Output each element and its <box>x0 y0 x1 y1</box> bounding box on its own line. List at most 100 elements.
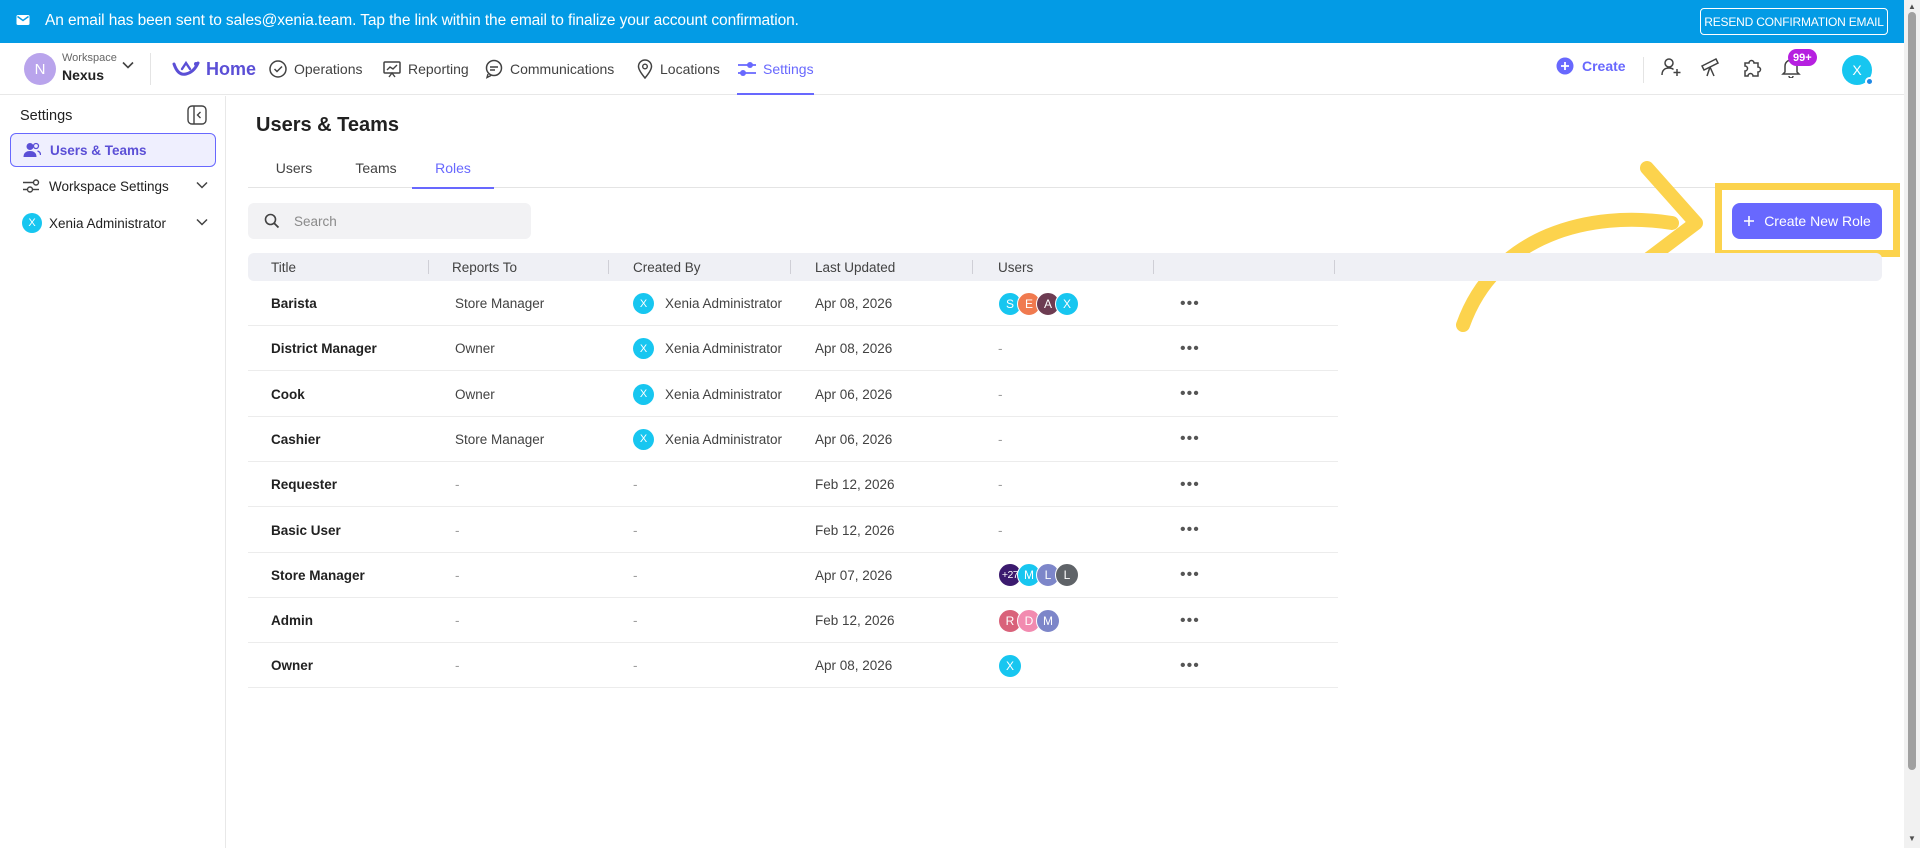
create-button[interactable]: Create <box>1556 57 1626 75</box>
role-title: Requester <box>271 477 338 493</box>
nav-reporting-label: Reporting <box>408 61 469 77</box>
chevron-down-icon[interactable] <box>196 181 208 189</box>
user-avatar-group[interactable]: +27 M L L <box>998 563 1079 588</box>
resend-confirmation-button[interactable]: RESEND CONFIRMATION EMAIL <box>1700 8 1888 35</box>
add-user-icon[interactable] <box>1660 56 1682 78</box>
created-by: X Xenia Administrator <box>633 372 782 417</box>
role-title: Store Manager <box>271 567 365 583</box>
table-row[interactable]: Admin - - Feb 12, 2026 R D M ••• <box>248 598 1338 644</box>
reports-to: Store Manager <box>455 296 545 311</box>
sidebar-item-xenia-administrator[interactable]: X Xenia Administrator <box>10 206 216 240</box>
users-cell: - <box>998 522 1003 538</box>
row-actions-menu[interactable]: ••• <box>1180 508 1200 553</box>
nav-communications[interactable]: Communications <box>484 43 614 95</box>
table-row[interactable]: District Manager Owner X Xenia Administrato… <box>248 326 1338 372</box>
nav-settings[interactable]: Settings <box>737 43 814 95</box>
nav-divider <box>1643 57 1644 83</box>
table-row[interactable]: Store Manager - - Apr 07, 2026 +27 M L L ••• <box>248 553 1338 598</box>
sidebar-item-label: Users & Teams <box>50 142 147 158</box>
workspace-avatar[interactable]: N <box>24 53 56 85</box>
table-row[interactable]: Requester - - Feb 12, 2026 - ••• <box>248 462 1338 508</box>
table-row[interactable]: Owner - - Apr 08, 2026 X ••• <box>248 643 1338 689</box>
row-actions-menu[interactable]: ••• <box>1180 462 1200 507</box>
user-avatar-group[interactable]: RDM <box>998 608 1060 633</box>
creator-avatar: X <box>633 338 654 360</box>
column-header-last-updated[interactable]: Last Updated <box>815 253 895 281</box>
tab-roles[interactable]: Roles <box>412 148 494 189</box>
sidebar-item-label: Workspace Settings <box>49 178 169 194</box>
reports-to: - <box>455 567 460 583</box>
reports-to: - <box>455 658 460 674</box>
nav-home[interactable]: Home <box>172 43 256 95</box>
table-row[interactable]: Basic User - - Feb 12, 2026 - ••• <box>248 508 1338 553</box>
nav-locations[interactable]: Locations <box>636 43 720 95</box>
row-actions-menu[interactable]: ••• <box>1180 417 1200 462</box>
search-icon <box>264 213 280 229</box>
nav-locations-label: Locations <box>660 61 720 77</box>
chevron-down-icon[interactable] <box>196 218 208 226</box>
user-avatar: X <box>998 653 1022 678</box>
last-updated: Apr 06, 2026 <box>815 431 893 447</box>
nav-operations[interactable]: Operations <box>268 43 362 95</box>
column-header-created-by[interactable]: Created By <box>633 253 701 281</box>
reports-to: - <box>455 477 460 493</box>
role-title: Cook <box>271 386 305 402</box>
user-avatar: X <box>1055 291 1079 316</box>
user-avatar-group[interactable]: X <box>998 653 1022 678</box>
online-status-dot <box>1865 77 1874 86</box>
role-title: Basic User <box>271 522 341 538</box>
search-input[interactable] <box>294 203 514 239</box>
row-actions-menu[interactable]: ••• <box>1180 598 1200 643</box>
users-cell: - <box>998 431 1003 447</box>
role-title: Barista <box>271 296 317 311</box>
page-title: Users & Teams <box>256 114 400 136</box>
nav-operations-label: Operations <box>294 61 363 77</box>
confirmation-banner: An email has been sent to sales@xenia.te… <box>0 0 1904 43</box>
role-title: Cashier <box>271 431 321 447</box>
created-by: - <box>633 567 638 583</box>
puzzle-icon[interactable] <box>1741 56 1763 78</box>
nav-settings-label: Settings <box>763 61 814 77</box>
row-actions-menu[interactable]: ••• <box>1180 553 1200 598</box>
column-header-title[interactable]: Title <box>271 253 296 281</box>
telescope-icon[interactable] <box>1700 56 1722 78</box>
table-row[interactable]: Barista Store Manager X Xenia Administrator… <box>248 281 1338 326</box>
nav-communications-label: Communications <box>510 61 615 77</box>
reports-to: Store Manager <box>455 431 545 447</box>
nav-reporting[interactable]: Reporting <box>382 43 469 95</box>
scroll-up-icon[interactable]: ▲ <box>1908 2 1916 11</box>
table-header: Title Reports To Created By Last Updated… <box>248 253 1882 281</box>
last-updated: Feb 12, 2026 <box>815 613 895 629</box>
scroll-down-icon[interactable]: ▼ <box>1908 834 1916 843</box>
table-row[interactable]: Cook Owner X Xenia Administrator Apr 06, 202… <box>248 372 1338 417</box>
tab-teams[interactable]: Teams <box>344 148 408 188</box>
tab-users[interactable]: Users <box>266 148 322 188</box>
created-by: - <box>633 522 638 538</box>
row-actions-menu[interactable]: ••• <box>1180 372 1200 417</box>
workspace-name[interactable]: Nexus <box>62 67 104 83</box>
sidebar-item-workspace-settings[interactable]: Workspace Settings <box>10 169 216 203</box>
role-title: Admin <box>271 613 313 629</box>
user-avatar: L <box>1055 563 1079 588</box>
users-cell: SEAX <box>998 281 1079 326</box>
row-actions-menu[interactable]: ••• <box>1180 643 1200 688</box>
settings-sliders-icon <box>737 60 757 78</box>
collapse-sidebar-icon[interactable] <box>187 105 207 125</box>
chevron-down-icon[interactable] <box>122 61 134 69</box>
created-by: X Xenia Administrator <box>633 326 782 371</box>
scrollbar-thumb[interactable] <box>1908 12 1916 770</box>
table-row[interactable]: Cashier Store Manager X Xenia Administrator… <box>248 417 1338 462</box>
row-actions-menu[interactable]: ••• <box>1180 326 1200 371</box>
mail-icon <box>16 14 30 26</box>
row-actions-menu[interactable]: ••• <box>1180 281 1200 326</box>
sidebar-item-label: Xenia Administrator <box>49 215 167 231</box>
column-header-reports-to[interactable]: Reports To <box>452 253 517 281</box>
settings-sidebar: Settings Users & Teams Workspace Setting… <box>0 96 226 848</box>
creator-name: Xenia Administrator <box>665 431 783 447</box>
sidebar-item-users-teams[interactable]: Users & Teams <box>10 133 216 167</box>
user-avatar-group[interactable]: SEAX <box>998 291 1079 316</box>
last-updated: Apr 06, 2026 <box>815 386 893 402</box>
column-header-users[interactable]: Users <box>998 253 1033 281</box>
column-divider <box>972 260 973 274</box>
user-avatar: M <box>1036 608 1060 633</box>
